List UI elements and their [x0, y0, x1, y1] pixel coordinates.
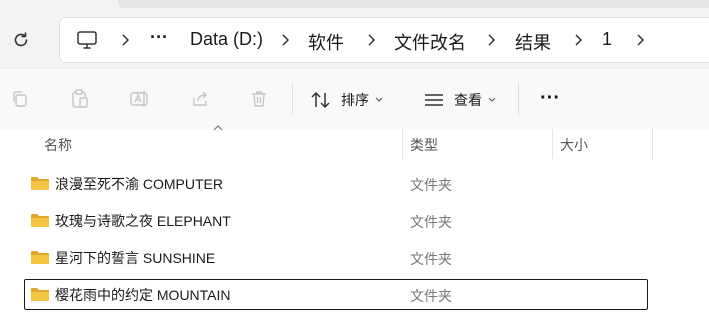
title-strip	[0, 0, 709, 10]
folder-icon	[31, 251, 49, 264]
folder-icon	[31, 177, 49, 190]
file-type: 文件夹	[410, 214, 452, 230]
refresh-button[interactable]	[6, 26, 36, 54]
file-type: 文件夹	[410, 251, 452, 267]
folder-icon	[31, 214, 49, 227]
chevron-right-icon[interactable]	[481, 30, 501, 50]
column-type[interactable]: 类型	[410, 135, 438, 155]
file-row[interactable]: 玫瑰与诗歌之夜 ELEPHANT 文件夹	[24, 205, 648, 236]
chevron-right-icon[interactable]	[275, 30, 295, 50]
copy-icon	[13, 91, 27, 107]
file-row[interactable]: 星河下的誓言 SUNSHINE 文件夹	[24, 242, 648, 273]
delete-button[interactable]	[247, 87, 271, 111]
copy-button[interactable]	[8, 87, 32, 111]
more-button[interactable]: ···	[540, 85, 560, 111]
more-icon: ···	[540, 86, 560, 109]
rename-icon	[130, 91, 148, 107]
command-bar: 排序 查看 ···	[0, 68, 709, 130]
paste-icon	[72, 89, 88, 108]
toolbar-separator	[518, 83, 519, 115]
chevron-right-icon[interactable]	[568, 30, 588, 50]
column-divider[interactable]	[552, 129, 553, 159]
column-header: 名称 类型 大小	[0, 125, 709, 159]
tab-strip-edge	[118, 0, 709, 8]
column-divider[interactable]	[402, 129, 403, 159]
toolbar-separator	[292, 83, 293, 115]
breadcrumb-software[interactable]: 软件	[308, 29, 344, 55]
address-row: ··· Data (D:) 软件 文件改名 结果 1	[0, 10, 709, 68]
breadcrumb-overflow[interactable]: ···	[150, 27, 168, 48]
breadcrumb-rename[interactable]: 文件改名	[394, 29, 466, 55]
breadcrumb-results[interactable]: 结果	[515, 29, 551, 55]
refresh-icon	[14, 32, 28, 47]
file-name: 星河下的誓言 SUNSHINE	[55, 250, 216, 266]
file-type: 文件夹	[410, 288, 452, 304]
share-icon	[193, 91, 207, 106]
sort-label: 排序	[341, 92, 369, 108]
column-divider[interactable]	[652, 129, 653, 159]
chevron-down-icon	[488, 97, 496, 102]
rename-button[interactable]	[128, 87, 152, 111]
chevron-right-icon[interactable]	[630, 30, 650, 50]
sort-ascending-icon	[213, 125, 223, 131]
file-type: 文件夹	[410, 177, 452, 193]
breadcrumb-drive[interactable]: Data (D:)	[190, 29, 263, 50]
folder-icon	[31, 288, 49, 301]
breadcrumb-current[interactable]: 1	[602, 29, 612, 50]
computer-icon[interactable]	[76, 29, 98, 56]
file-row-selected[interactable]: 樱花雨中的约定 MOUNTAIN 文件夹	[24, 279, 648, 310]
delete-icon	[252, 91, 266, 107]
column-name[interactable]: 名称	[44, 135, 72, 155]
view-button[interactable]: 查看	[423, 87, 496, 113]
file-row[interactable]: 浪漫至死不渝 COMPUTER 文件夹	[24, 168, 648, 199]
chevron-right-icon[interactable]	[361, 30, 381, 50]
file-name: 樱花雨中的约定 MOUNTAIN	[55, 287, 231, 303]
sort-button[interactable]: 排序	[310, 87, 383, 113]
chevron-right-icon[interactable]	[115, 30, 135, 50]
file-name: 浪漫至死不渝 COMPUTER	[55, 176, 223, 192]
sort-icon	[311, 92, 330, 108]
share-button[interactable]	[188, 87, 212, 111]
address-bar[interactable]: ··· Data (D:) 软件 文件改名 结果 1	[60, 18, 709, 62]
view-label: 查看	[454, 92, 482, 108]
column-size[interactable]: 大小	[560, 135, 588, 155]
file-name: 玫瑰与诗歌之夜 ELEPHANT	[55, 213, 231, 229]
view-icon	[425, 94, 443, 106]
chevron-down-icon	[375, 97, 383, 102]
paste-button[interactable]	[68, 87, 92, 111]
